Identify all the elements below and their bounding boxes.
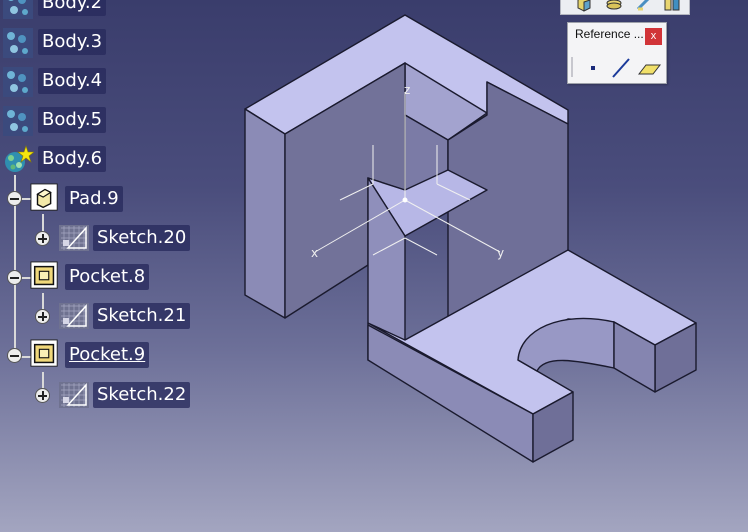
expand-toggle[interactable] [35, 231, 50, 246]
tree-item-label: Body.4 [38, 68, 107, 94]
reference-elements-toolbar[interactable]: Reference ... x [567, 22, 667, 84]
partial-toolbar [560, 0, 690, 15]
edit-toolbar-icon[interactable] [635, 0, 653, 12]
close-button[interactable]: x [645, 28, 662, 45]
catalog-toolbar-icon[interactable] [663, 0, 681, 12]
body-icon [3, 28, 33, 58]
stack-toolbar-icon[interactable] [605, 0, 623, 12]
tree-item-label: Sketch.21 [93, 303, 191, 329]
body-icon [3, 67, 33, 97]
body-icon [3, 0, 33, 19]
expand-toggle[interactable] [35, 388, 50, 403]
pad-toolbar-icon[interactable] [575, 0, 593, 12]
3d-viewport[interactable]: z x y Body.2 Body.3 Body.4 Body.5 Body.6… [0, 0, 748, 532]
tree-item-label: Pocket.9 [65, 342, 150, 368]
sketch-icon [59, 225, 89, 251]
collapse-toggle[interactable] [7, 191, 22, 206]
axis-z-label: z [404, 83, 410, 97]
pocket-icon [30, 261, 58, 289]
axis-y-label: y [497, 246, 504, 260]
pad-icon [30, 183, 58, 211]
axis-x-label: x [311, 246, 318, 260]
body-icon [3, 106, 33, 136]
line-icon[interactable] [608, 55, 634, 81]
tree-item-label: Body.3 [38, 29, 107, 55]
body-in-work-object-icon [5, 145, 34, 172]
plane-icon[interactable] [636, 55, 662, 81]
toolbar-grip-icon[interactable] [570, 57, 574, 77]
wall-front-face [244, 108, 286, 319]
expand-toggle[interactable] [35, 309, 50, 324]
tree-item-label: Pad.9 [65, 186, 123, 212]
tree-item-label: Sketch.22 [93, 382, 191, 408]
collapse-toggle[interactable] [7, 270, 22, 285]
tree-item-label: Body.5 [38, 107, 107, 133]
tree-item-label: Body.2 [38, 0, 107, 16]
tree-item-label: Sketch.20 [93, 225, 191, 251]
tree-item-label: Pocket.8 [65, 264, 150, 290]
pocket-icon [30, 339, 58, 367]
tree-item-label: Body.6 [38, 146, 107, 172]
point-icon[interactable] [580, 55, 606, 81]
sketch-icon [59, 382, 89, 408]
toolbar-buttons [570, 55, 664, 81]
collapse-toggle[interactable] [7, 348, 22, 363]
toolbar-title: Reference ... [575, 27, 644, 41]
sketch-icon [59, 303, 89, 329]
